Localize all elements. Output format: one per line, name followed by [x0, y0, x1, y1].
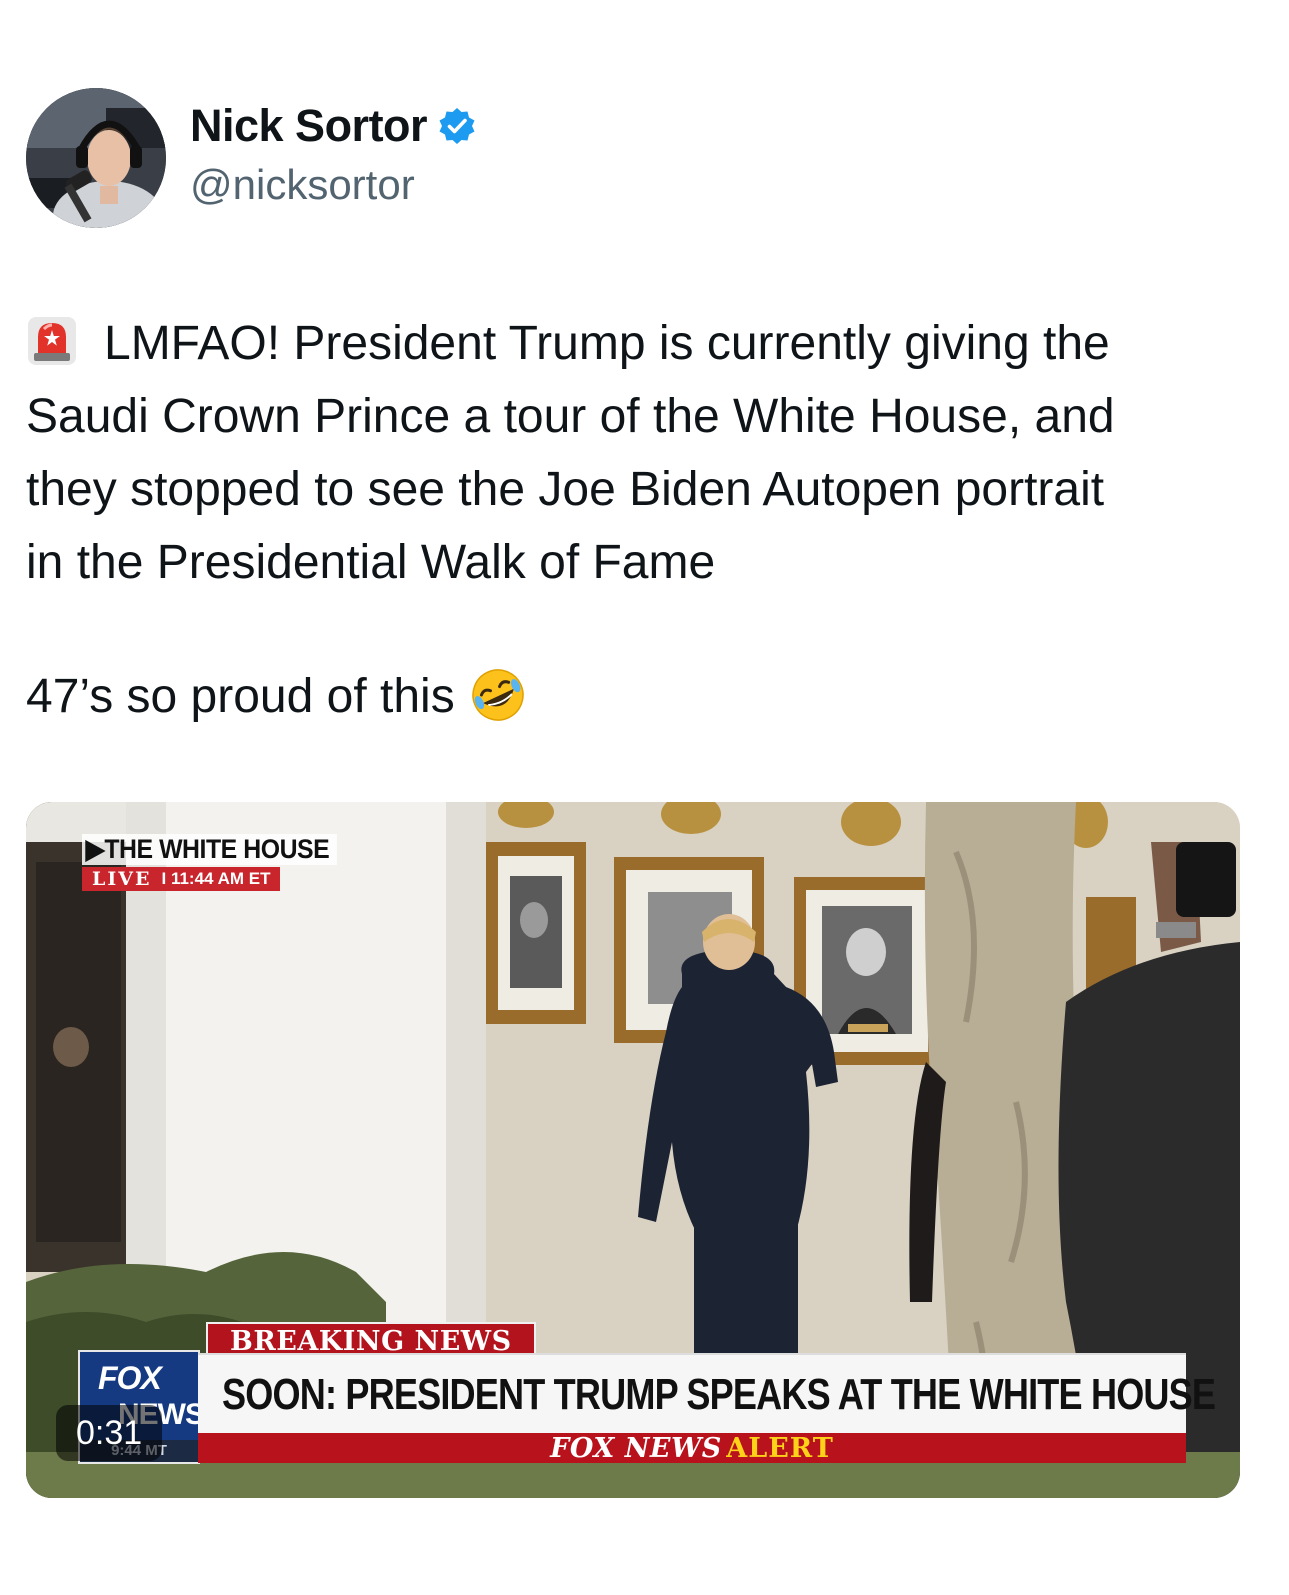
tweet-line-3: they stopped to see the Joe Biden Autope… — [26, 463, 1105, 516]
fox-logo-top: FOX — [98, 1360, 162, 1396]
avatar[interactable] — [26, 88, 166, 228]
tweet-line-1: LMFAO! President Trump is currently givi… — [26, 307, 1261, 380]
rotating-light-icon — [28, 317, 76, 365]
tweet-followup: 47’s so proud of this — [26, 660, 527, 733]
live-time-text: 11:44 AM ET — [170, 869, 271, 888]
tweet-line-2: Saudi Crown Prince a tour of the White H… — [26, 390, 1115, 443]
alert-bar: FOX NEWS ALERT — [198, 1433, 1186, 1464]
rolling-on-floor-laughing-icon — [471, 669, 524, 721]
followup-text: 47’s so proud of this — [26, 670, 455, 723]
display-name[interactable]: Nick Sortor — [190, 100, 428, 152]
author-name-row[interactable]: Nick Sortor — [190, 100, 477, 152]
location-title: ▶THE WHITE HOUSE — [82, 834, 337, 865]
author-handle[interactable]: @nicksortor — [190, 161, 415, 209]
live-time: I 11:44 AM ET — [161, 867, 281, 891]
live-row: LIVE I 11:44 AM ET — [82, 867, 359, 891]
verified-badge-icon — [439, 108, 475, 144]
headline-text: SOON: PRESIDENT TRUMP SPEAKS AT THE WHIT… — [222, 1370, 1216, 1419]
alert-word: ALERT — [726, 1433, 834, 1464]
tweet-line-4: in the Presidential Walk of Fame — [26, 536, 716, 589]
alert-prefix: FOX NEWS — [550, 1433, 722, 1464]
live-label: LIVE — [82, 867, 162, 891]
tweet-line-text-1: LMFAO! President Trump is currently givi… — [104, 317, 1110, 370]
video-duration: 0:31 — [56, 1405, 163, 1461]
tweet-card: Nick Sortor @nicksortor LMFAO! President… — [0, 0, 1289, 1595]
headline-bar: SOON: PRESIDENT TRUMP SPEAKS AT THE WHIT… — [198, 1353, 1216, 1435]
video-player[interactable]: ▶THE WHITE HOUSE LIVE I 11:44 AM ET BREA… — [26, 802, 1240, 1498]
tweet-text: LMFAO! President Trump is currently givi… — [26, 307, 1261, 599]
location-bug: ▶THE WHITE HOUSE LIVE I 11:44 AM ET — [82, 834, 359, 891]
location-title-text: THE WHITE HOUSE — [104, 834, 330, 864]
profile-photo — [26, 88, 166, 228]
